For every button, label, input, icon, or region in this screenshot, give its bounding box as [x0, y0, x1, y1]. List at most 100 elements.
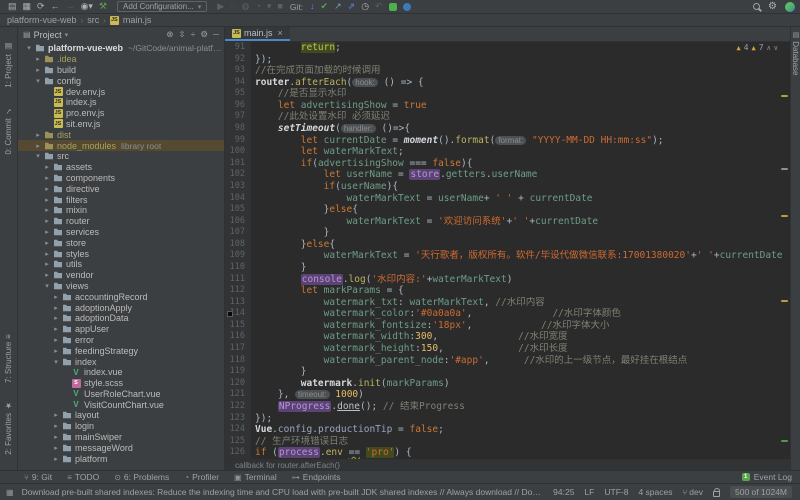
chevron-expanded-icon[interactable]: ▾ [33, 152, 43, 160]
git-update-icon[interactable]: ↓ [310, 2, 315, 11]
code-line-107[interactable]: 107 } [225, 227, 790, 239]
tree-row-index-js[interactable]: JS index.js [18, 97, 224, 108]
chevron-collapsed-icon[interactable]: ▸ [33, 55, 43, 63]
toolwindow-toggle-icon[interactable]: ▦ [6, 488, 14, 497]
code-line-121[interactable]: 121 }, timeout: 1000) [225, 389, 790, 401]
tree-row-layout[interactable]: ▸ layout [18, 410, 224, 421]
code-line-116[interactable]: 116 watermark_width:300, //水印宽度 [225, 331, 790, 344]
profiler-run-icon[interactable]: ◔ [255, 2, 260, 11]
tree-row-build[interactable]: ▸ build [18, 65, 224, 76]
run-configuration-select[interactable]: Add Configuration... ▾ [117, 1, 208, 12]
settings-icon[interactable]: ⚙ [200, 29, 208, 40]
code-line-99[interactable]: 99 let currentDate = moment().format(for… [225, 134, 790, 147]
tree-row-accountingrecord[interactable]: ▸ accountingRecord [18, 291, 224, 302]
toolwindow-button-problems[interactable]: ⊙ 6: Problems [114, 472, 169, 482]
chevron-collapsed-icon[interactable]: ▸ [33, 142, 43, 150]
tree-row-components[interactable]: ▸ components [18, 173, 224, 184]
tree-row-platform-vue-web[interactable]: ▾ platform-vue-web ~/GitCode/animal-platfo… [18, 43, 224, 54]
chevron-collapsed-icon[interactable]: ▸ [42, 260, 52, 268]
code-line-112[interactable]: 112 let markParams = { [225, 285, 790, 297]
chevron-collapsed-icon[interactable]: ▸ [51, 444, 61, 452]
code-line-108[interactable]: 108 }else{ [225, 238, 790, 251]
code-line-102[interactable]: 102 let userName = store.getters.userNam… [225, 169, 790, 181]
tree-row-login[interactable]: ▸ login [18, 421, 224, 432]
git-commit-icon[interactable]: ✔ [321, 2, 329, 11]
chevron-collapsed-icon[interactable]: ▸ [42, 217, 52, 225]
scrollbar-mark[interactable] [781, 440, 788, 442]
tree-row-styles[interactable]: ▸ styles [18, 248, 224, 259]
code-line-98[interactable]: 98 setTimeout(handler: ()=>{ [225, 123, 790, 135]
tree-row-src[interactable]: ▾ src [18, 151, 224, 162]
tree-row-messageword[interactable]: ▸ messageWord [18, 442, 224, 453]
tree-row-mainswiper[interactable]: ▸ mainSwiper [18, 432, 224, 443]
prev-problem-icon[interactable]: ∧ [767, 44, 771, 52]
code-line-92[interactable]: 92}); [225, 53, 790, 66]
chevron-collapsed-icon[interactable]: ▸ [42, 228, 52, 236]
tree-row-utils[interactable]: ▸ utils [18, 259, 224, 270]
tree-row-views[interactable]: ▾ views [18, 281, 224, 292]
code-line-95[interactable]: 95 //是否显示水印 [225, 88, 790, 100]
code-line-94[interactable]: 94 router.afterEach(hook: () => { [225, 76, 790, 89]
code-line-109[interactable]: 109 waterMarkText = '天行歌者，版权所有。软件/毕设代做微信… [225, 250, 790, 262]
chevron-collapsed-icon[interactable]: ▸ [42, 239, 52, 247]
hide-panel-icon[interactable]: ─ [213, 29, 219, 40]
tree-row-style-scss[interactable]: Sstyle.scss [18, 378, 224, 389]
tree-row--idea[interactable]: ▸ .idea [18, 54, 224, 65]
tree-row-services[interactable]: ▸ services [18, 227, 224, 238]
color-preview-swatch[interactable] [227, 310, 233, 317]
chevron-collapsed-icon[interactable]: ▸ [51, 433, 61, 441]
run-icon[interactable]: ▶ [217, 2, 224, 11]
open-project-icon[interactable]: ▤ [8, 2, 17, 11]
caret-position[interactable]: 94:25 [553, 487, 574, 497]
run-anything-icon[interactable]: ◉▾ [81, 2, 93, 11]
tree-row-dist[interactable]: ▸ dist [18, 129, 224, 140]
code-line-103[interactable]: 103 if(userName){ [225, 180, 790, 193]
chevron-collapsed-icon[interactable]: ▸ [51, 325, 61, 333]
tab-close-icon[interactable]: × [278, 28, 283, 38]
chevron-collapsed-icon[interactable]: ▸ [51, 304, 61, 312]
toolwindow-button-terminal[interactable]: ▣ Terminal [234, 472, 277, 482]
tree-row-dev-env-js[interactable]: JS dev.env.js [18, 86, 224, 97]
search-icon[interactable] [753, 3, 761, 10]
chevron-collapsed-icon[interactable]: ▸ [33, 131, 43, 139]
line-separator[interactable]: LF [584, 487, 594, 497]
code-line-118[interactable]: 118 watermark_parent_node:'#app', //水印的上… [225, 354, 790, 367]
code-line-106[interactable]: 106 waterMarkText = '欢迎访问系统'+' '+current… [225, 215, 790, 228]
chevron-collapsed-icon[interactable]: ▸ [42, 185, 52, 193]
breadcrumb-item[interactable]: src [87, 15, 99, 25]
code-line-111[interactable]: 111 console.log('水印内容:'+waterMarkText) [225, 273, 790, 286]
chevron-expanded-icon[interactable]: ▾ [33, 77, 43, 85]
tree-row-filters[interactable]: ▸ filters [18, 194, 224, 205]
chevron-expanded-icon[interactable]: ▾ [24, 44, 34, 52]
chevron-collapsed-icon[interactable]: ▸ [42, 271, 52, 279]
tree-row-platform[interactable]: ▸ platform [18, 453, 224, 464]
save-all-icon[interactable]: ▦ [23, 2, 32, 11]
code-line-113[interactable]: 113 watermark_txt: waterMarkText, //水印内容 [225, 296, 790, 309]
wrench-icon[interactable]: ⚒ [99, 2, 107, 11]
chevron-collapsed-icon[interactable]: ▸ [51, 411, 61, 419]
history-icon[interactable]: ◷ [361, 2, 369, 11]
tree-row-index-vue[interactable]: Vindex.vue [18, 367, 224, 378]
tree-row-appuser[interactable]: ▸ appUser [18, 324, 224, 335]
chevron-collapsed-icon[interactable]: ▸ [51, 336, 61, 344]
sync-icon[interactable]: ⟳ [37, 2, 45, 11]
stop-icon[interactable]: ■ [277, 2, 282, 11]
chevron-expanded-icon[interactable]: ▾ [42, 282, 52, 290]
code-line-93[interactable]: 93 //在完成页面加载的时候调用 [225, 65, 790, 77]
scrollbar-mark[interactable] [781, 300, 788, 302]
chevron-collapsed-icon[interactable]: ▸ [42, 174, 52, 182]
tree-row-router[interactable]: ▸ router [18, 216, 224, 227]
chevron-collapsed-icon[interactable]: ▸ [51, 293, 61, 301]
chevron-collapsed-icon[interactable]: ▸ [51, 455, 61, 463]
collapse-all-icon[interactable]: ÷ [191, 29, 196, 40]
scrollbar-mark[interactable] [781, 95, 788, 97]
select-opened-file-icon[interactable]: ⊗ [166, 29, 173, 40]
chevron-collapsed-icon[interactable]: ▸ [42, 206, 52, 214]
expand-all-icon[interactable]: ⇳ [179, 29, 186, 40]
scrollbar-mark[interactable] [781, 168, 788, 170]
code-line-120[interactable]: 120 watermark.init(markParams) [225, 377, 790, 390]
next-problem-icon[interactable]: ∨ [774, 44, 778, 52]
chevron-collapsed-icon[interactable]: ▸ [42, 196, 52, 204]
code-line-101[interactable]: 101 if(advertisingShow === false){ [225, 157, 790, 170]
toolwindow-button-endpoints[interactable]: ⊶ Endpoints [292, 472, 341, 482]
